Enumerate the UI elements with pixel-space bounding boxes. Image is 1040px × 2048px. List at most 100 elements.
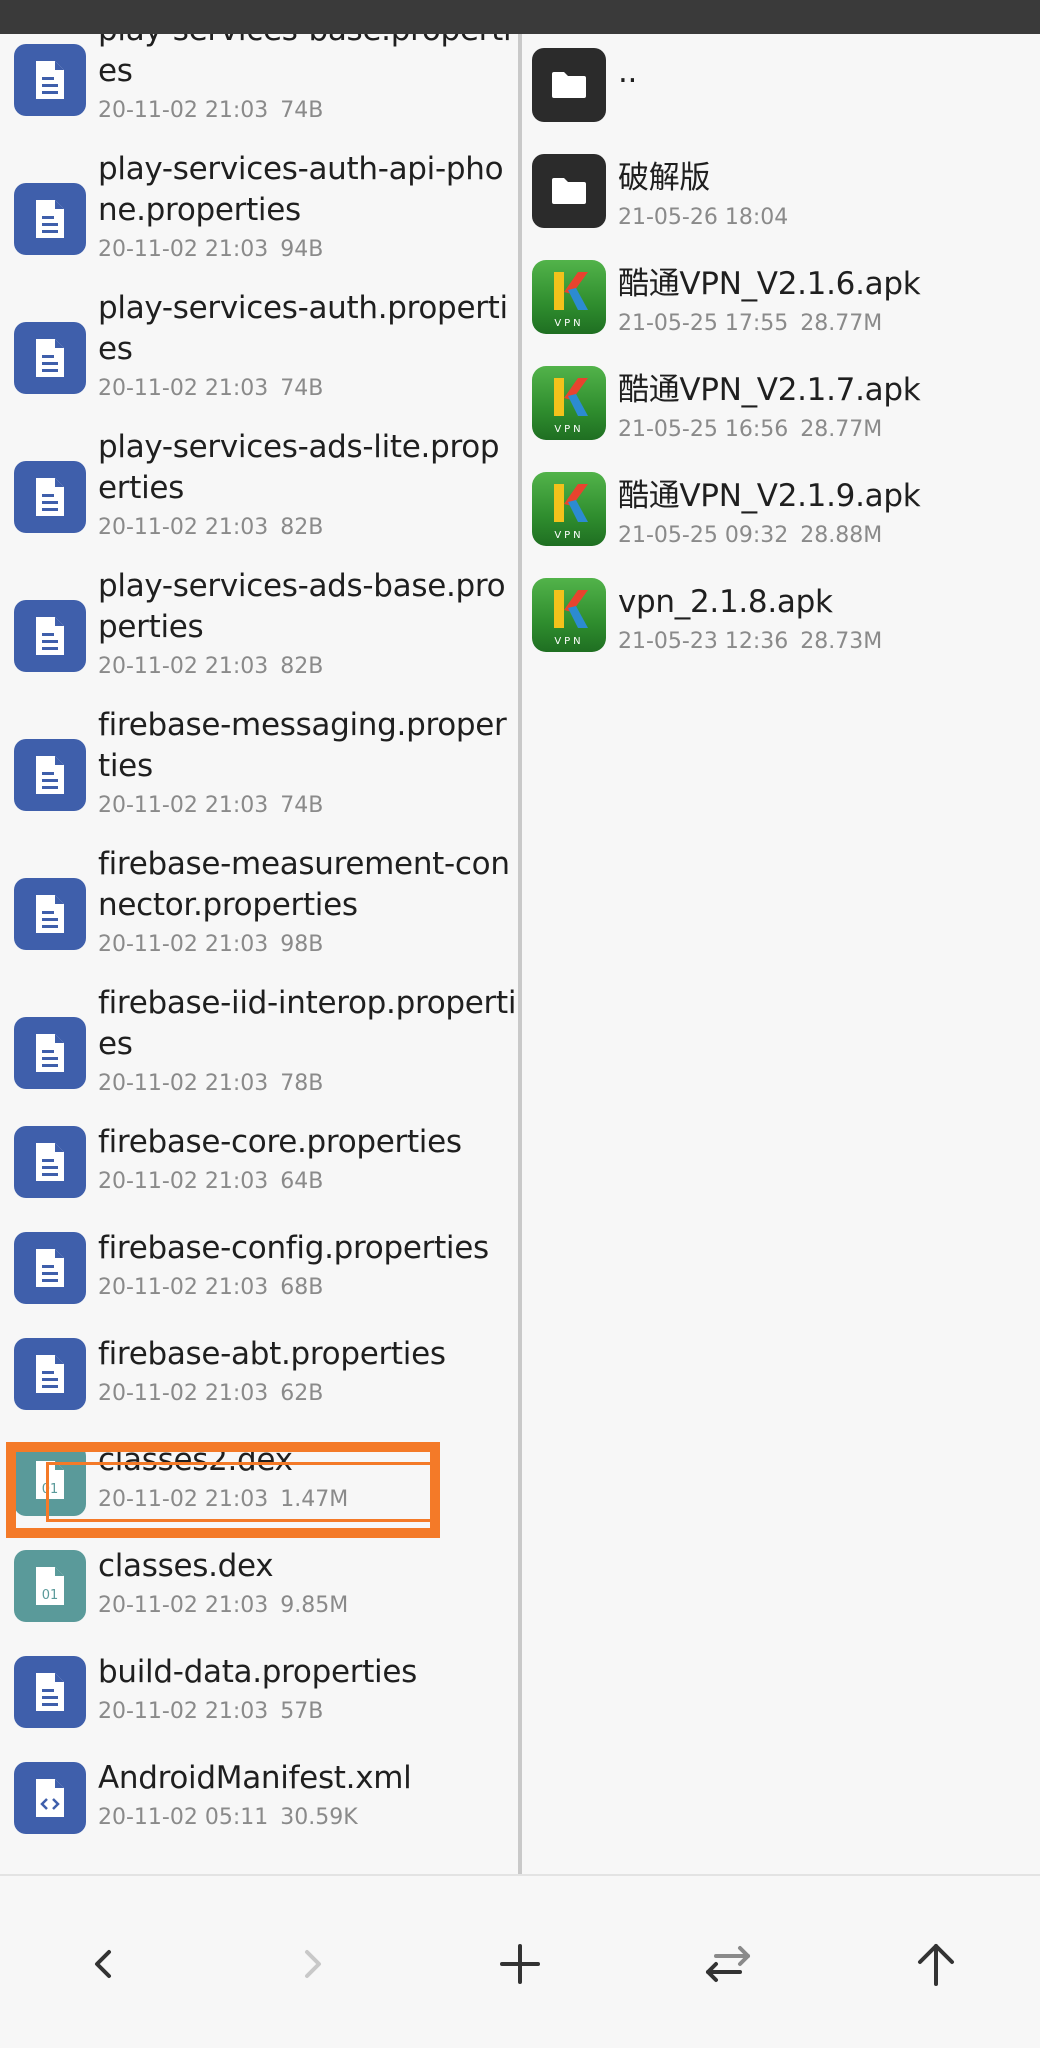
file-date: 20-11-02 21:03: [98, 515, 269, 540]
document-icon: [36, 895, 64, 933]
left-file-item[interactable]: AndroidManifest.xml 20-11-02 05:11 30.59K: [0, 1748, 518, 1854]
left-file-item[interactable]: play-services-base.properties 20-11-02 21…: [0, 34, 518, 139]
file-size: 64B: [280, 1169, 324, 1194]
file-info: play-services-ads-lite.properties 20-11-0…: [98, 417, 518, 543]
right-file-item[interactable]: ..: [522, 48, 1040, 154]
left-file-item[interactable]: build-data.properties 20-11-02 21:03 57B: [0, 1642, 518, 1748]
right-file-item[interactable]: VPN 酷通VPN_V2.1.6.apk 21-05-25 17:55 28.77M: [522, 260, 1040, 366]
file-size: 28.88M: [800, 523, 883, 548]
file-size: 74B: [280, 98, 324, 123]
file-date: 20-11-02 21:03: [98, 1699, 269, 1724]
left-file-item[interactable]: play-services-auth.properties 20-11-02 21…: [0, 278, 518, 417]
file-date: 20-11-02 21:03: [98, 237, 269, 262]
file-size: 28.77M: [800, 311, 883, 336]
document-icon: [36, 756, 64, 794]
file-name: play-services-ads-lite.properties: [98, 429, 500, 506]
file-date: 20-11-02 21:03: [98, 793, 269, 818]
file-name: play-services-ads-base.properties: [98, 568, 506, 645]
file-type-icon: [14, 739, 86, 811]
file-info: build-data.properties 20-11-02 21:03 57B: [98, 1642, 518, 1727]
left-file-item[interactable]: play-services-ads-lite.properties 20-11-0…: [0, 417, 518, 556]
right-file-pane[interactable]: .. 破解版 21-05-26 18:04 VPN 酷通VPN_V2.1.6.apk 21…: [522, 34, 1040, 1874]
dex-file-icon: 01: [36, 1567, 64, 1605]
file-meta: 20-11-02 21:03 78B: [98, 1069, 518, 1099]
file-info: 破解版 21-05-26 18:04: [618, 154, 1040, 233]
file-meta: 20-11-02 21:03 82B: [98, 652, 518, 682]
right-file-item[interactable]: VPN vpn_2.1.8.apk 21-05-23 12:36 28.73M: [522, 578, 1040, 684]
apk-app-icon: VPN: [554, 590, 588, 647]
file-date: 21-05-23 12:36: [618, 629, 789, 654]
file-date: 21-05-26 18:04: [618, 205, 789, 230]
right-file-item[interactable]: VPN 酷通VPN_V2.1.9.apk 21-05-25 09:32 28.88M: [522, 472, 1040, 578]
file-name: firebase-messaging.properties: [98, 707, 507, 784]
file-name: firebase-config.properties: [98, 1230, 489, 1266]
left-file-item[interactable]: firebase-core.properties 20-11-02 21:03 64…: [0, 1112, 518, 1218]
apk-badge-label: VPN: [554, 636, 583, 647]
file-date: 20-11-02 21:03: [98, 654, 269, 679]
bottom-toolbar: [0, 1874, 1040, 2048]
file-meta: 20-11-02 21:03 82B: [98, 513, 518, 543]
left-file-item[interactable]: 01 classes2.dex 20-11-02 21:03 1.47M: [0, 1430, 518, 1536]
right-file-list: .. 破解版 21-05-26 18:04 VPN 酷通VPN_V2.1.6.apk 21…: [522, 48, 1040, 684]
file-meta: 20-11-02 21:03 62B: [98, 1379, 518, 1409]
file-meta: 20-11-02 05:11 30.59K: [98, 1803, 518, 1833]
file-info: firebase-abt.properties 20-11-02 21:03 62B: [98, 1324, 518, 1409]
left-file-item[interactable]: firebase-iid-interop.properties 20-11-02 …: [0, 973, 518, 1112]
file-name: classes2.dex: [98, 1442, 293, 1478]
folder-icon: [552, 178, 586, 204]
left-file-list: play-services-base.properties 20-11-02 21…: [0, 34, 518, 1854]
file-date: 20-11-02 21:03: [98, 376, 269, 401]
file-date: 21-05-25 16:56: [618, 417, 789, 442]
file-meta: 20-11-02 21:03 64B: [98, 1167, 518, 1197]
file-type-icon: VPN: [532, 472, 606, 546]
file-meta: 21-05-26 18:04: [618, 203, 1040, 233]
forward-button[interactable]: [280, 1932, 344, 1996]
file-name: vpn_2.1.8.apk: [618, 584, 833, 620]
file-info: vpn_2.1.8.apk 21-05-23 12:36 28.73M: [618, 578, 1040, 657]
file-type-icon: [14, 461, 86, 533]
left-file-item[interactable]: firebase-config.properties 20-11-02 21:03…: [0, 1218, 518, 1324]
document-icon: [36, 61, 64, 99]
right-file-item[interactable]: VPN 酷通VPN_V2.1.7.apk 21-05-25 16:56 28.77M: [522, 366, 1040, 472]
file-type-icon: [14, 878, 86, 950]
file-date: 21-05-25 17:55: [618, 311, 789, 336]
left-file-item[interactable]: play-services-auth-api-phone.properties 2…: [0, 139, 518, 278]
file-name: ..: [618, 54, 638, 90]
file-type-icon: 01: [14, 1444, 86, 1516]
parent-folder-button[interactable]: [904, 1932, 968, 1996]
apk-app-icon: VPN: [554, 272, 588, 329]
left-file-item[interactable]: firebase-messaging.properties 20-11-02 21…: [0, 695, 518, 834]
left-file-item[interactable]: firebase-measurement-connector.propertie…: [0, 834, 518, 973]
dex-label: 01: [42, 1588, 59, 1603]
file-type-icon: [14, 44, 86, 116]
file-meta: 20-11-02 21:03 94B: [98, 235, 518, 265]
back-button[interactable]: [72, 1932, 136, 1996]
document-icon: [36, 1673, 64, 1711]
left-file-item[interactable]: play-services-ads-base.properties 20-11-0…: [0, 556, 518, 695]
file-type-icon: [14, 1656, 86, 1728]
swap-panes-button[interactable]: [696, 1932, 760, 1996]
code-file-icon: [36, 1779, 64, 1817]
file-name: AndroidManifest.xml: [98, 1760, 412, 1796]
file-manager-app: play-services-base.properties 20-11-02 21…: [0, 0, 1040, 2048]
file-type-icon: VPN: [532, 260, 606, 334]
file-date: 20-11-02 21:03: [98, 932, 269, 957]
file-size: 1.47M: [280, 1487, 349, 1512]
file-type-icon: [532, 48, 606, 122]
left-file-pane[interactable]: play-services-base.properties 20-11-02 21…: [0, 34, 518, 1874]
document-icon: [36, 1034, 64, 1072]
file-meta: 20-11-02 21:03 68B: [98, 1273, 518, 1303]
file-name: build-data.properties: [98, 1654, 417, 1690]
apk-badge-label: VPN: [554, 318, 583, 329]
file-info: firebase-messaging.properties 20-11-02 21…: [98, 695, 518, 821]
file-size: 62B: [280, 1381, 324, 1406]
file-size: 57B: [280, 1699, 324, 1724]
add-button[interactable]: [488, 1932, 552, 1996]
file-info: play-services-auth.properties 20-11-02 21…: [98, 278, 518, 404]
left-file-item[interactable]: firebase-abt.properties 20-11-02 21:03 62B: [0, 1324, 518, 1430]
file-info: classes.dex 20-11-02 21:03 9.85M: [98, 1536, 518, 1621]
right-file-item[interactable]: 破解版 21-05-26 18:04: [522, 154, 1040, 260]
file-date: 20-11-02 21:03: [98, 1071, 269, 1096]
left-file-item[interactable]: 01 classes.dex 20-11-02 21:03 9.85M: [0, 1536, 518, 1642]
file-meta: 20-11-02 21:03 57B: [98, 1697, 518, 1727]
